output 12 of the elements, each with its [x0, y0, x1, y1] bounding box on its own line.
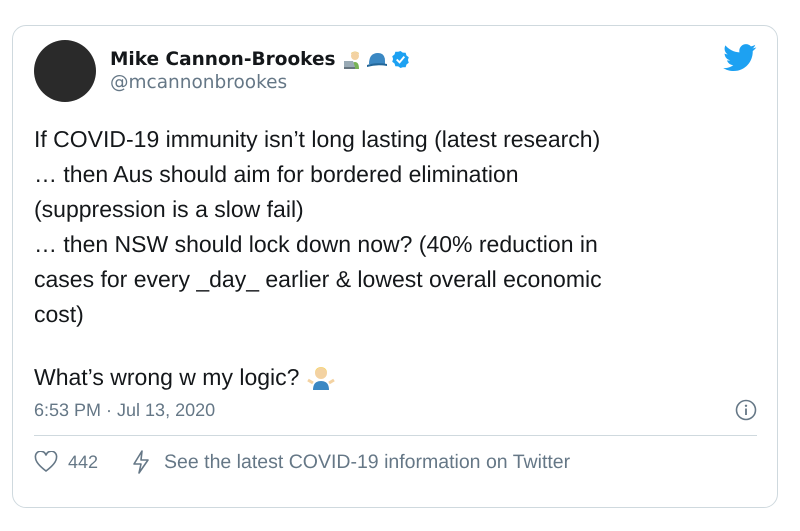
lightning-icon	[132, 450, 150, 474]
shrugging-person-emoji-icon	[307, 364, 336, 390]
covid-info-link[interactable]: See the latest COVID-19 information on Twitter	[164, 450, 570, 474]
info-icon[interactable]	[735, 399, 757, 421]
author-name[interactable]: Mike Cannon-Brookes	[110, 49, 336, 70]
tweet-text: If COVID-19 immunity isn’t long lasting (latest research) … then Aus should aim for bordered elimination (suppression is a slow fail) … then NSW should lock down now? (40% reduction in cases for every _day_ earlier & lowest overall economic cost)	[34, 125, 603, 329]
bird-logo-icon[interactable]	[723, 44, 757, 72]
author-handle[interactable]: @mcannonbrookes	[110, 72, 709, 93]
heart-icon[interactable]	[34, 451, 58, 473]
tweet-closing-text: What’s wrong w my logic?	[34, 364, 300, 391]
timestamp-link[interactable]: 6:53 PM · Jul 13, 2020	[34, 400, 216, 420]
like-count: 442	[68, 452, 98, 472]
